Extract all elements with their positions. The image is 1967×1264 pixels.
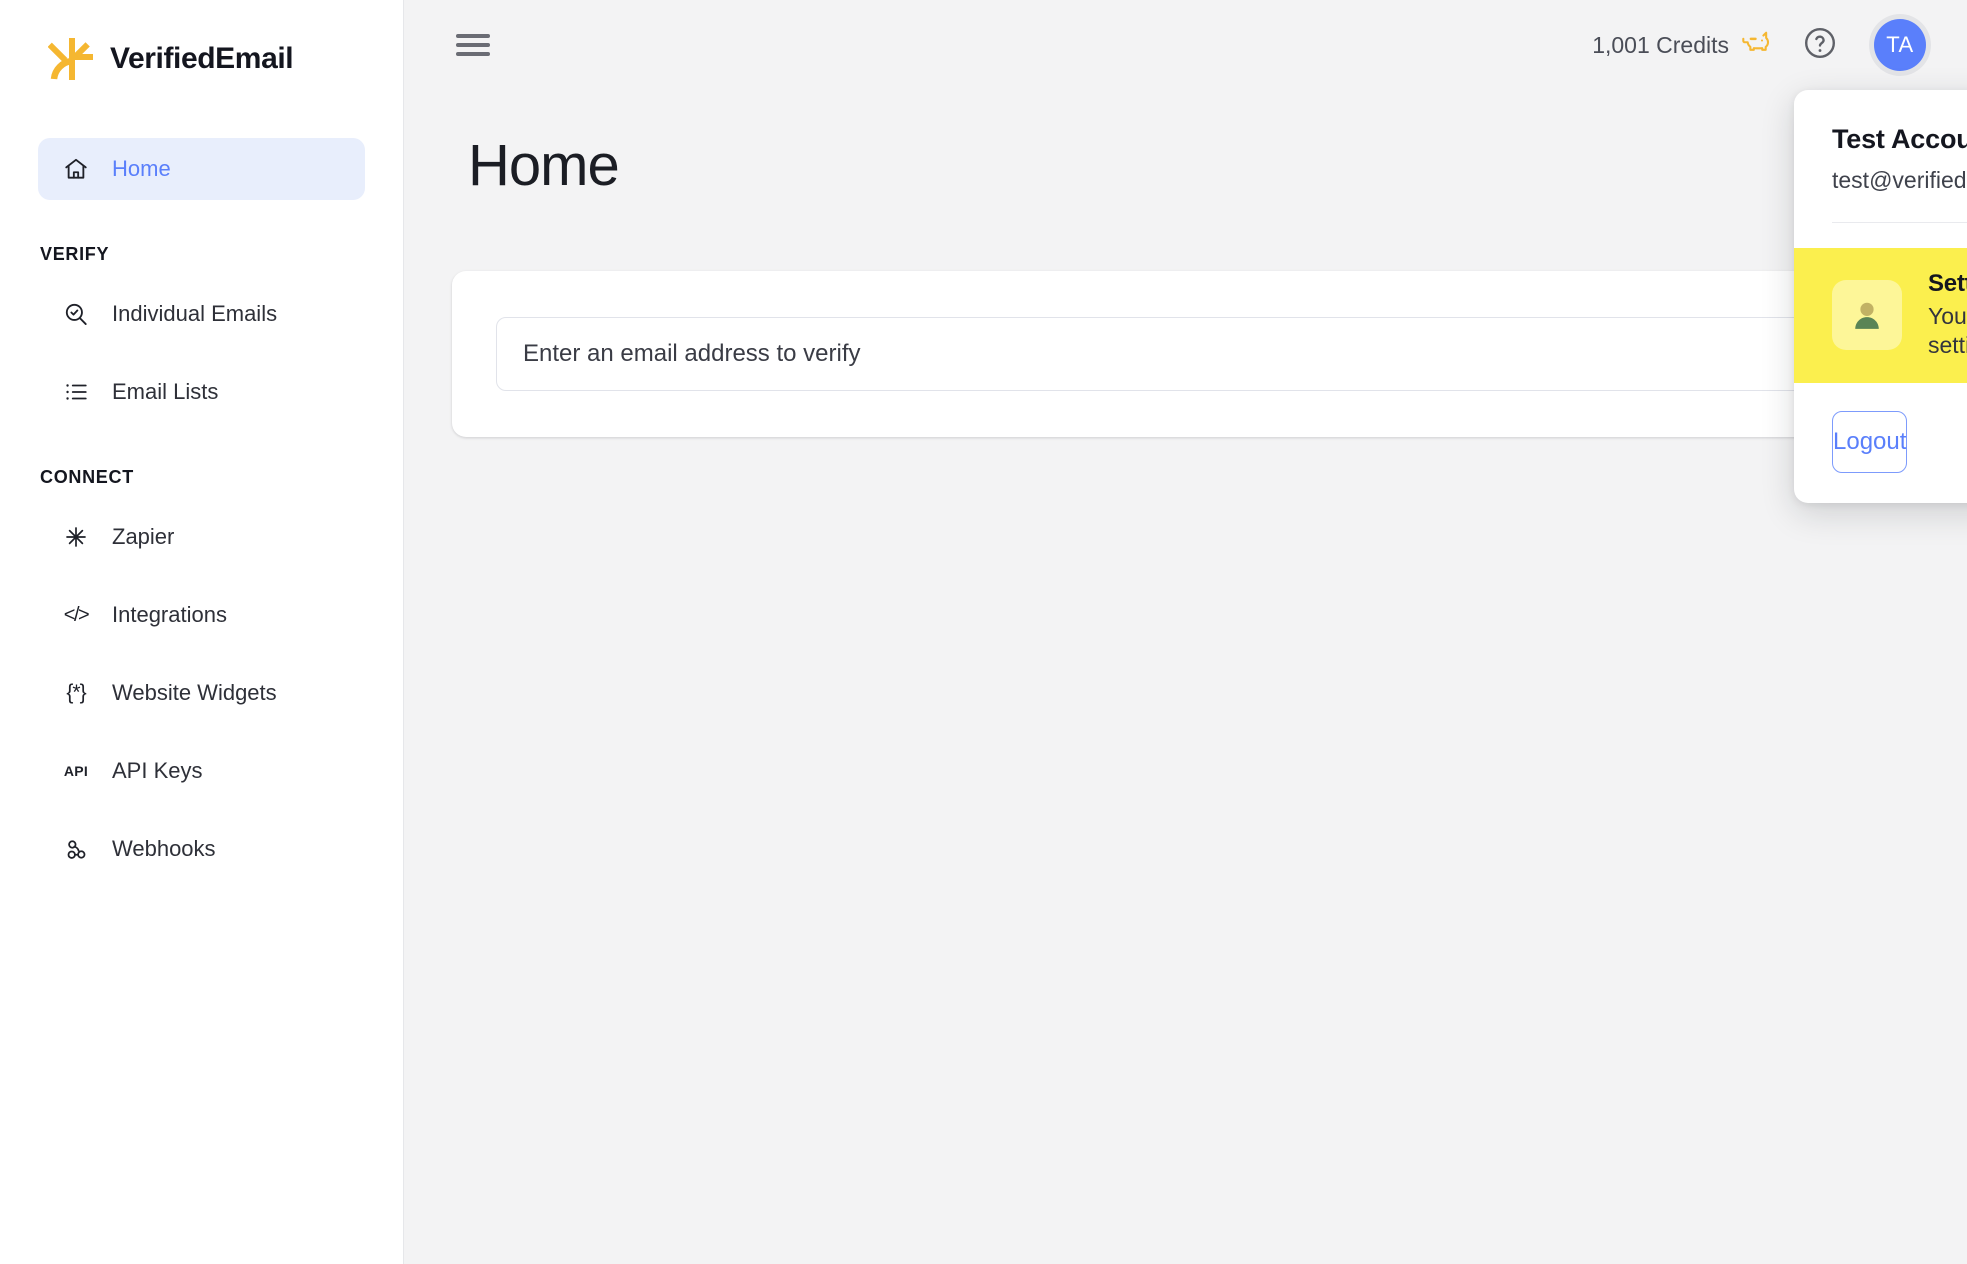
hamburger-icon[interactable] bbox=[456, 32, 490, 58]
credits-label: 1,001 Credits bbox=[1592, 31, 1729, 58]
user-avatar-button[interactable]: TA bbox=[1869, 14, 1931, 76]
sidebar-item-api-keys[interactable]: API API Keys bbox=[38, 740, 365, 802]
home-icon bbox=[62, 155, 90, 183]
sidebar-section-connect: CONNECT Zapier </> Integrations {*} Webs… bbox=[0, 467, 403, 880]
sidebar-item-website-widgets[interactable]: {*} Website Widgets bbox=[38, 662, 365, 724]
sidebar-item-email-lists[interactable]: Email Lists bbox=[38, 361, 365, 423]
sidebar-item-api-keys-label: API Keys bbox=[112, 758, 203, 783]
sidebar-item-zapier[interactable]: Zapier bbox=[38, 506, 365, 568]
code-brackets-icon: </> bbox=[63, 603, 90, 626]
sidebar-item-individual-emails-label: Individual Emails bbox=[112, 301, 278, 326]
sidebar-section-connect-title: CONNECT bbox=[40, 467, 134, 487]
starburst-logo-icon bbox=[47, 35, 96, 83]
app-root: VerifiedEmail Home VERIFY Individual Ema… bbox=[0, 0, 1967, 1264]
sidebar-primary-nav: Home bbox=[0, 90, 403, 200]
settings-subtitle: Your password and notification settings bbox=[1928, 303, 1967, 359]
page-title: Home bbox=[468, 133, 620, 198]
person-avatar-icon bbox=[1832, 280, 1902, 351]
sidebar: VerifiedEmail Home VERIFY Individual Ema… bbox=[0, 0, 404, 1264]
sidebar-item-email-lists-label: Email Lists bbox=[112, 379, 219, 404]
brand-name: VerifiedEmail bbox=[110, 42, 294, 75]
settings-text-group: Settings Your password and notification … bbox=[1928, 270, 1967, 361]
topbar-right-group: 1,001 Credits TA bbox=[1592, 14, 1931, 76]
settings-title: Settings bbox=[1928, 270, 1967, 297]
sidebar-section-verify: VERIFY Individual Emails Email Lists bbox=[0, 244, 403, 423]
question-circle-icon bbox=[1802, 25, 1838, 66]
sidebar-item-website-widgets-label: Website Widgets bbox=[112, 680, 277, 705]
main-area: 1,001 Credits TA Home Enter an email add… bbox=[404, 0, 1967, 1264]
sidebar-item-home-label: Home bbox=[112, 156, 171, 181]
avatar: TA bbox=[1874, 19, 1926, 71]
sidebar-item-integrations-label: Integrations bbox=[112, 602, 227, 627]
email-verify-input[interactable] bbox=[496, 317, 1875, 391]
zapier-asterisk-icon bbox=[62, 523, 90, 551]
verify-card bbox=[452, 271, 1919, 437]
topbar: 1,001 Credits TA bbox=[404, 0, 1967, 90]
api-text-icon: API bbox=[63, 763, 89, 779]
account-name: Test Account bbox=[1832, 124, 1967, 154]
sidebar-item-integrations[interactable]: </> Integrations bbox=[38, 584, 365, 646]
search-check-icon bbox=[62, 300, 90, 328]
piggy-bank-icon bbox=[1741, 29, 1771, 61]
sidebar-section-verify-title: VERIFY bbox=[40, 244, 110, 264]
sidebar-item-webhooks[interactable]: Webhooks bbox=[38, 818, 365, 880]
user-menu-dropdown: Test Account test@verified.email Setting… bbox=[1794, 90, 1967, 503]
brand-logo[interactable]: VerifiedEmail bbox=[0, 0, 403, 90]
webhook-icon bbox=[62, 835, 90, 863]
hamburger-line bbox=[456, 43, 490, 47]
curly-brace-star-icon: {*} bbox=[66, 681, 86, 704]
sidebar-item-individual-emails[interactable]: Individual Emails bbox=[38, 283, 365, 345]
hamburger-line bbox=[456, 34, 490, 38]
logout-button[interactable]: Logout bbox=[1832, 410, 1908, 473]
list-icon bbox=[62, 378, 90, 406]
account-email: test@verified.email bbox=[1832, 167, 1967, 193]
credits-indicator[interactable]: 1,001 Credits bbox=[1592, 29, 1771, 61]
hamburger-line bbox=[456, 52, 490, 56]
sidebar-item-zapier-label: Zapier bbox=[112, 524, 175, 549]
sidebar-item-home[interactable]: Home bbox=[38, 138, 365, 200]
menu-divider bbox=[1832, 222, 1967, 223]
help-button[interactable] bbox=[1801, 26, 1839, 64]
menu-item-settings[interactable]: Settings Your password and notification … bbox=[1794, 248, 1967, 383]
sidebar-item-webhooks-label: Webhooks bbox=[112, 836, 216, 861]
